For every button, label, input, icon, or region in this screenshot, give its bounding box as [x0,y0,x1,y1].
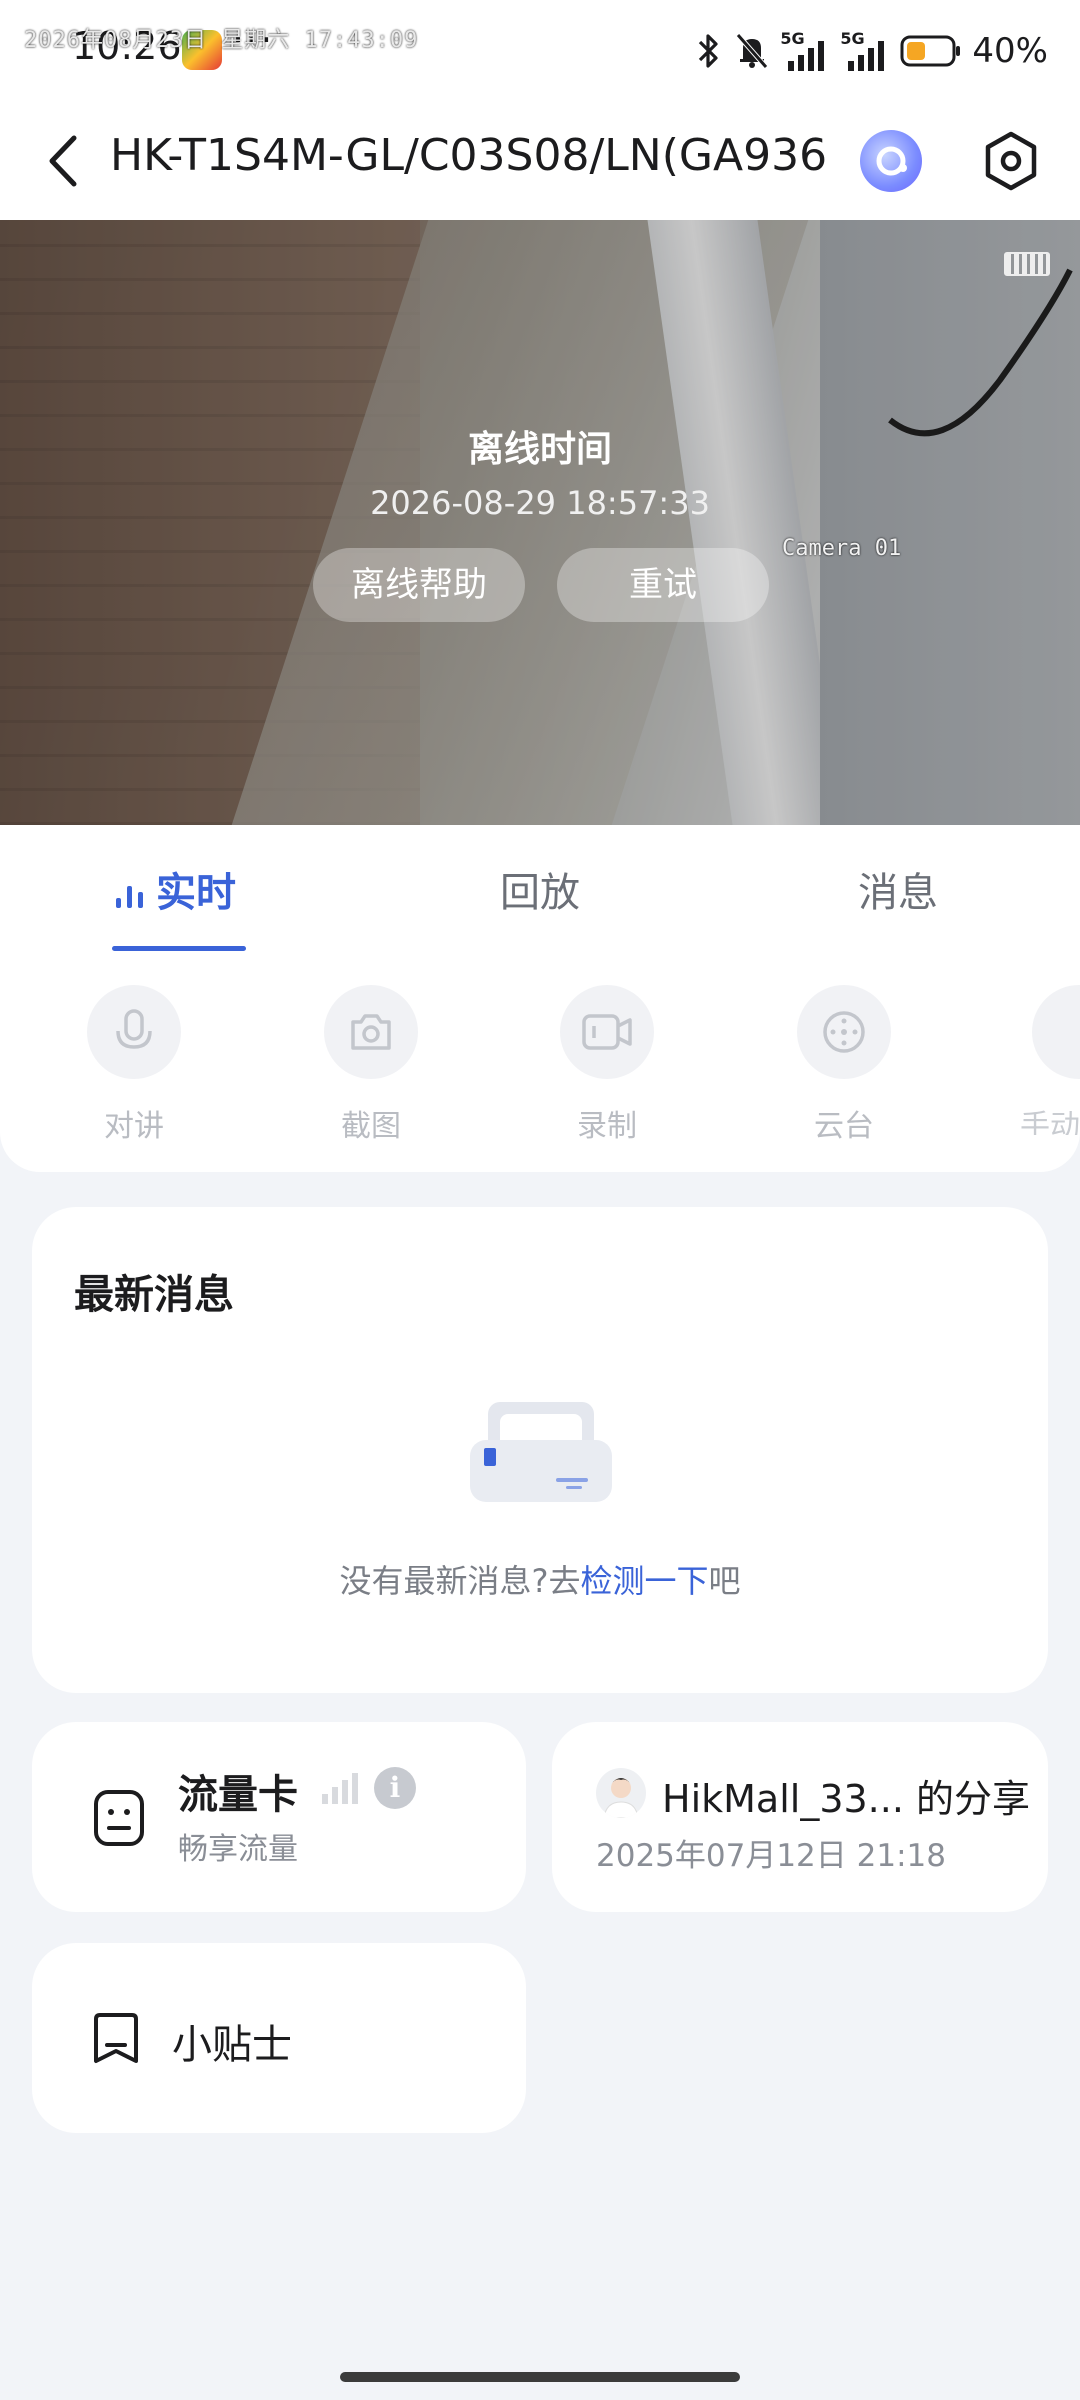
ptz-label: 云台 [814,1109,874,1144]
device-title: HK-T1S4M-GL/C03S08/LN(GA936... [110,130,830,181]
status-icons: 5G 5G 40% [694,26,1048,76]
share-title: HikMall_33... 的分享 [662,1777,1030,1821]
share-timestamp: 2025年07月12日 21:18 [596,1838,946,1874]
microphone-icon [116,1009,152,1049]
active-tab-indicator [112,946,246,951]
empty-news-message: 没有最新消息?去检测一下吧 [0,1556,1080,1602]
signal-5g-icon: 5G [840,29,890,73]
talk-button[interactable]: 对讲 [59,985,209,1145]
ptz-icon [823,1011,865,1053]
bookmark-icon [94,2013,138,2063]
live-video-view[interactable] [0,220,1080,825]
screenshot-button[interactable]: 截图 [296,985,446,1145]
empty-inbox-icon [470,1402,612,1502]
battery-icon [900,35,961,67]
video-dim-overlay [0,220,1080,825]
home-indicator[interactable] [340,2372,740,2382]
video-osd-camera-label: Camera 01 [782,536,902,561]
camera-icon [351,1014,391,1050]
retry-button[interactable]: 重试 [557,548,769,622]
back-arrow-icon[interactable] [36,128,96,194]
video-record-icon [582,1014,632,1050]
mute-bell-icon [736,33,769,69]
tips-title: 小贴士 [172,2022,292,2068]
settings-icon[interactable] [978,128,1044,194]
offline-help-button[interactable]: 离线帮助 [313,548,525,622]
latest-news-title: 最新消息 [74,1272,234,1318]
detect-link[interactable]: 检测一下 [580,1562,708,1600]
info-icon[interactable]: i [374,1767,416,1809]
ptz-button[interactable]: 云台 [769,985,919,1145]
tab-live-label: 实时 [156,870,236,916]
data-card-title: 流量卡 [178,1772,298,1818]
talk-label: 对讲 [104,1109,164,1144]
bluetooth-icon [699,34,719,68]
avatar [596,1768,646,1818]
assistant-icon[interactable] [860,130,922,192]
manual-icon [1032,985,1080,1079]
screenshot-label: 截图 [341,1109,401,1144]
signal-strength-icon [322,1773,358,1804]
battery-percent: 40% [972,31,1048,71]
sim-card-icon [94,1790,144,1846]
live-bars-icon [116,886,143,908]
empty-news-suffix: 吧 [708,1562,741,1600]
record-label: 录制 [577,1109,637,1144]
manual-button[interactable]: 手动 [1020,985,1080,1135]
data-card-subtitle: 畅享流量 [178,1832,298,1867]
empty-news-prefix: 没有最新消息?去 [339,1562,581,1600]
record-button[interactable]: 录制 [532,985,682,1145]
signal-5g-icon: 5G [780,29,830,73]
manual-label: 手动 [1020,1109,1080,1135]
video-osd-datetime: 2026年08月23日 星期六 17:43:09 [24,28,419,53]
tab-playback[interactable]: 回放 [500,860,580,918]
offline-time: 2026-08-29 18:57:33 [370,484,710,522]
tab-live[interactable]: 实时 [112,860,236,918]
offline-label: 离线时间 [467,429,612,470]
tab-messages[interactable]: 消息 [858,860,938,918]
video-osd-battery-icon [1004,252,1050,276]
